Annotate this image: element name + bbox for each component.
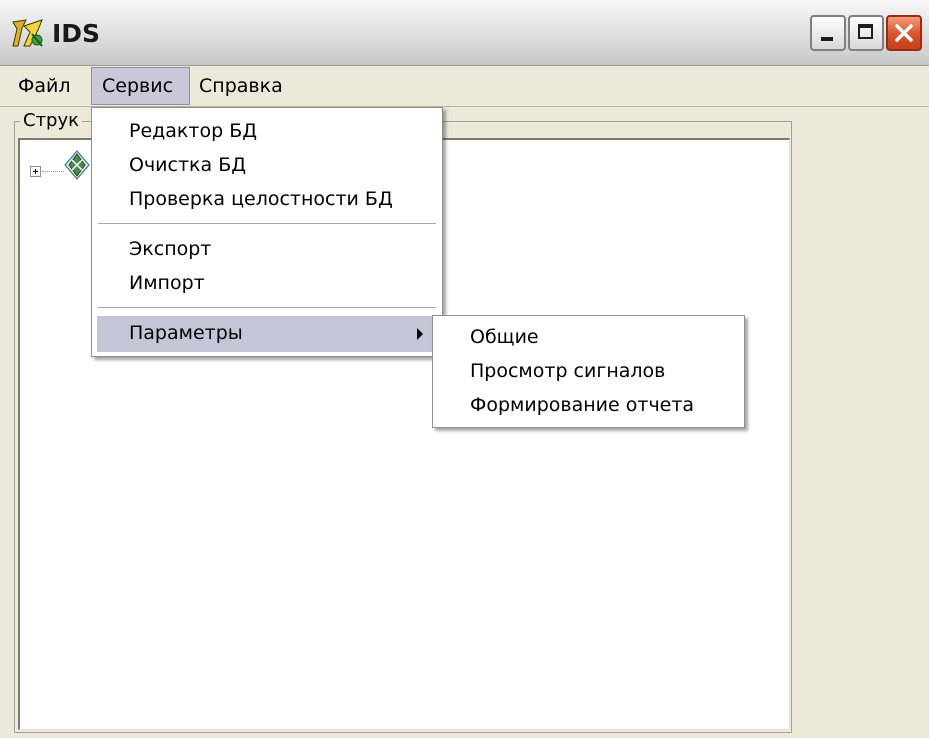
- submenu-item-general[interactable]: Общие: [470, 326, 539, 348]
- menu-item-import[interactable]: Импорт: [129, 272, 205, 294]
- submenu-item-report-generation[interactable]: Формирование отчета: [470, 394, 694, 416]
- title-bar[interactable]: IDS: [0, 0, 929, 66]
- menu-help[interactable]: Справка: [189, 67, 293, 105]
- menu-service[interactable]: Сервис: [91, 67, 190, 105]
- tree-expand-icon[interactable]: [30, 166, 41, 177]
- minimize-icon: [821, 37, 833, 41]
- close-icon: [895, 24, 913, 42]
- tree-connector-line: [42, 171, 64, 172]
- menu-separator: [98, 223, 436, 224]
- menu-item-db-editor[interactable]: Редактор БД: [129, 120, 257, 142]
- groupbox-title: Струк: [20, 110, 83, 131]
- maximize-button[interactable]: [848, 15, 884, 51]
- service-dropdown-menu: Редактор БД Очистка БД Проверка целостно…: [91, 107, 443, 357]
- triangle-right-icon: [417, 328, 423, 340]
- close-button[interactable]: [886, 15, 922, 51]
- menu-separator: [98, 307, 436, 308]
- menu-item-db-integrity-check[interactable]: Проверка целостности БД: [129, 188, 393, 210]
- ids-app-icon: [12, 19, 43, 47]
- database-node-icon[interactable]: [64, 150, 90, 180]
- menu-item-export[interactable]: Экспорт: [129, 238, 211, 260]
- menu-file[interactable]: Файл: [8, 67, 81, 105]
- menu-item-db-cleanup[interactable]: Очистка БД: [129, 154, 246, 176]
- parameters-submenu: Общие Просмотр сигналов Формирование отч…: [432, 315, 745, 428]
- menu-bar: Файл Сервис Справка: [0, 67, 929, 107]
- menu-item-parameters-label: Параметры: [129, 322, 243, 344]
- window-title: IDS: [52, 19, 101, 48]
- maximize-icon: [858, 24, 873, 39]
- minimize-button[interactable]: [810, 15, 846, 51]
- right-panel: [796, 108, 929, 738]
- app-window: IDS Файл Сервис Справка Струк Редактор Б…: [0, 0, 929, 738]
- submenu-item-signal-view[interactable]: Просмотр сигналов: [470, 360, 665, 382]
